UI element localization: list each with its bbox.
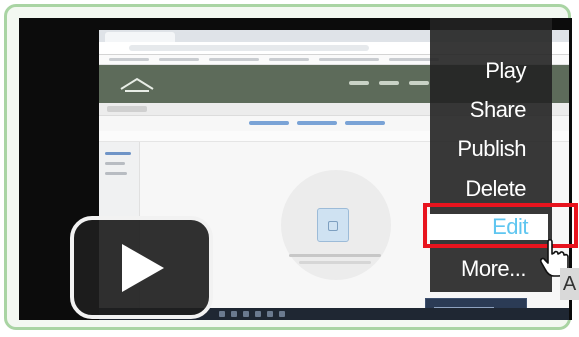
folder-icon [317,208,349,242]
taskbar-icon [255,311,261,317]
nav-link [409,81,429,85]
play-icon [122,244,164,292]
bookmark-item [209,58,259,61]
action-link [297,121,337,125]
menu-item-share[interactable]: Share [470,97,527,123]
browser-tab [105,32,175,42]
play-button[interactable] [70,216,213,319]
action-link [345,121,385,125]
menu-item-delete[interactable]: Delete [465,176,526,202]
action-link [249,121,289,125]
sidebar-item [105,152,131,155]
empty-state-text [289,254,381,257]
taskbar-icon [243,311,249,317]
bookmark-item [109,58,149,61]
bookmark-item [269,58,309,61]
nav-link [349,81,369,85]
taskbar-icon [219,311,225,317]
partial-caption-letter: A [560,268,579,300]
taskbar-icon [231,311,237,317]
empty-state-subtext [299,261,371,264]
nav-link [379,81,399,85]
url-field [129,45,369,51]
sub-tab [107,106,147,112]
menu-item-more[interactable]: More... [461,256,526,282]
taskbar-icon [267,311,273,317]
menu-item-play[interactable]: Play [485,58,526,84]
menu-item-publish[interactable]: Publish [457,136,526,162]
bookmark-item [319,58,379,61]
taskbar-icon [279,311,285,317]
context-menu: Play Share Publish Delete Edit More... [428,18,552,292]
sidebar-item [105,162,125,165]
bookmark-item [159,58,199,61]
app-logo-icon [120,77,154,92]
sidebar-item [105,172,127,175]
